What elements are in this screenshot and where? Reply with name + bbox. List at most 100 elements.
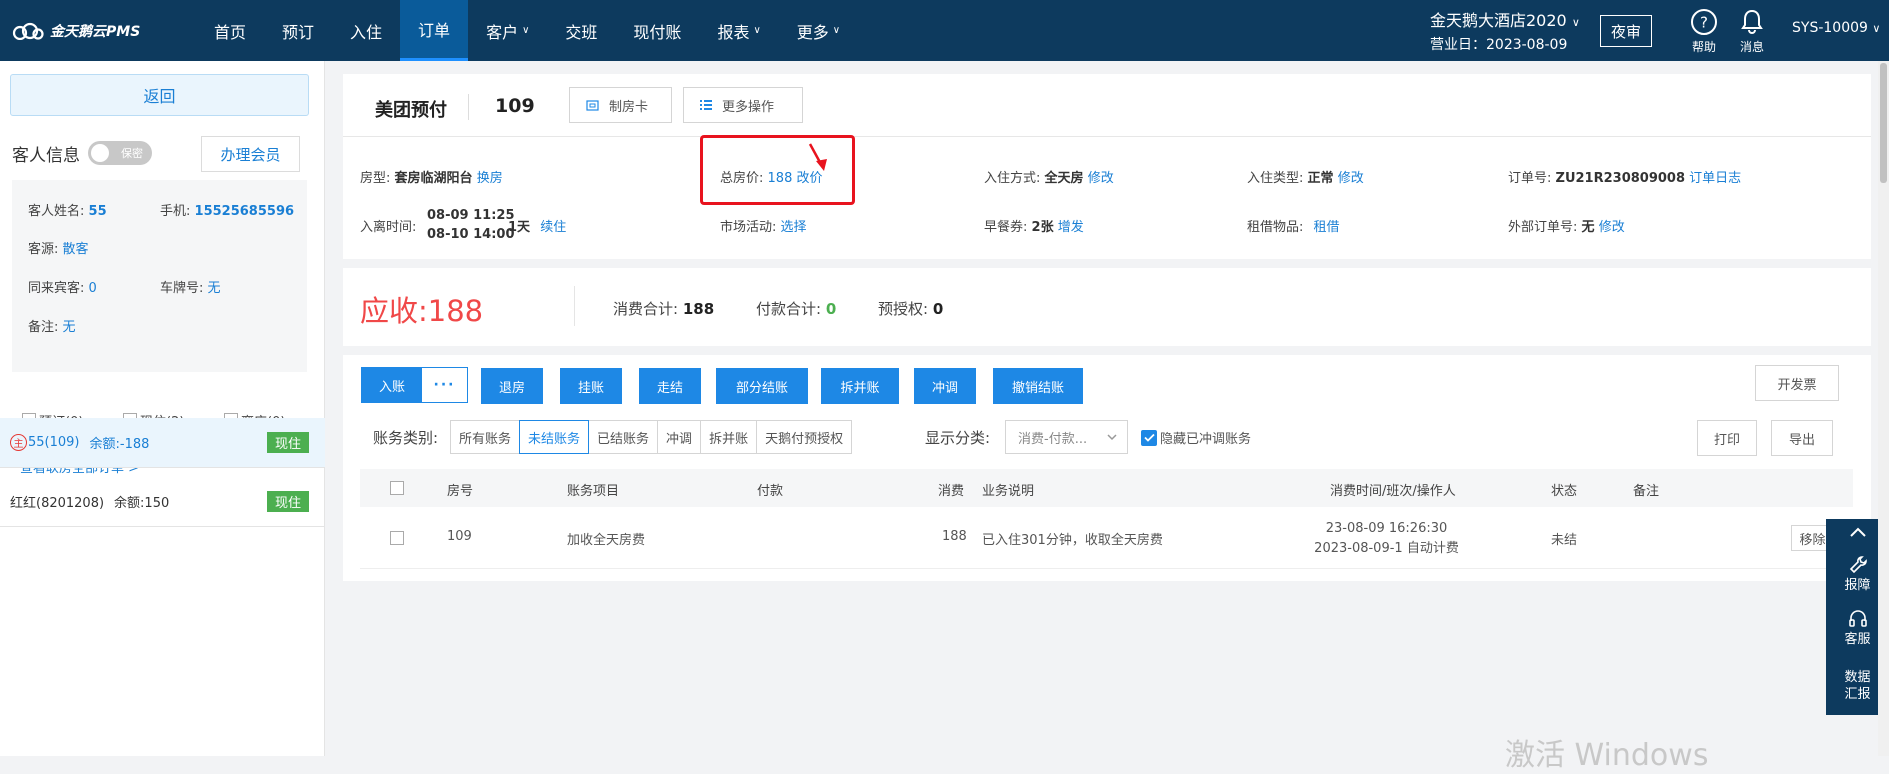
companions-field: 同来宾客: 0 xyxy=(28,281,97,296)
app-logo[interactable]: 金天鹅云PMS xyxy=(12,20,140,42)
cell-item: 加收全天房费 xyxy=(567,533,646,548)
nav-item-label: 现付账 xyxy=(633,22,682,42)
order-log-link[interactable]: 订单日志 xyxy=(1689,171,1741,186)
billing-action-button[interactable]: 走结 xyxy=(639,368,701,404)
payment-total: 付款合计: 0 xyxy=(756,300,837,318)
cell-description: 已入住301分钟，收取全天房费 xyxy=(982,533,1163,548)
make-room-card-button[interactable]: 制房卡 xyxy=(569,87,672,123)
category-tab[interactable]: 拆并账 xyxy=(700,420,758,454)
chevron-down-icon: ∨ xyxy=(832,25,841,36)
billing-action-button[interactable]: 退房 xyxy=(481,368,543,404)
select-all-checkbox[interactable] xyxy=(390,481,404,495)
nav-item[interactable]: 更多 ∨ xyxy=(779,0,858,61)
cell-room: 109 xyxy=(447,529,472,544)
chevron-down-icon: ∨ xyxy=(522,25,530,36)
category-tab[interactable]: 所有账务 xyxy=(450,420,521,454)
guest-name-field: 客人姓名: 55 xyxy=(28,204,107,219)
order-number-field: 订单号: ZU21R230809008 订单日志 xyxy=(1508,171,1742,186)
billing-action-button[interactable]: 拆并账 xyxy=(821,368,899,404)
column-header: 状态 xyxy=(1551,484,1578,499)
nights-field: 1天 续住 xyxy=(508,220,567,235)
select-market-link[interactable]: 选择 xyxy=(781,220,807,235)
edit-checkin-type-link[interactable]: 修改 xyxy=(1338,171,1364,186)
business-date: 营业日：2023-08-09 xyxy=(1430,37,1568,53)
display-select[interactable]: 消费-付款... xyxy=(1005,420,1128,454)
help-button[interactable]: ? 帮助 xyxy=(1682,8,1726,55)
top-navigation-bar: 金天鹅云PMS 首页 预订 入住 订单 客户 ∨ 交班 现付账 报表 ∨ 更多 ∨ 金天鹅大酒店202… xyxy=(0,0,1889,61)
nav-item[interactable]: 首页 xyxy=(196,0,264,61)
print-button[interactable]: 打印 xyxy=(1697,420,1757,456)
category-tab[interactable]: 冲调 xyxy=(657,420,702,454)
nav-item-label: 预订 xyxy=(282,22,315,42)
night-audit-button[interactable]: 夜审 xyxy=(1600,15,1652,47)
room-balance: 余额:150 xyxy=(114,496,170,511)
main-nav: 首页 预订 入住 订单 客户 ∨ 交班 现付账 报表 ∨ 更多 ∨ xyxy=(196,0,858,61)
hide-reversed-checkbox[interactable]: 隐藏已冲调账务 xyxy=(1141,428,1251,447)
nav-item-label: 交班 xyxy=(565,22,598,42)
room-list-item[interactable]: 红红(8201208) 余额:150 现住 xyxy=(0,477,325,527)
table-header: 房号 账务项目 付款 消费 业务说明 消费时间/班次/操作人 状态 备注 xyxy=(360,469,1853,507)
windows-watermark: 激活 Windows xyxy=(1505,738,1709,773)
nav-item[interactable]: 订单 xyxy=(400,0,469,61)
divider xyxy=(468,94,469,120)
bell-icon xyxy=(1741,9,1763,34)
category-tab[interactable]: 未结账务 xyxy=(519,420,590,454)
add-breakfast-link[interactable]: 增发 xyxy=(1058,220,1084,235)
invoice-button[interactable]: 开发票 xyxy=(1755,365,1839,401)
edit-external-order-link[interactable]: 修改 xyxy=(1599,220,1625,235)
register-member-button[interactable]: 办理会员 xyxy=(201,136,300,172)
billing-action-button[interactable]: 撤销结账 xyxy=(993,368,1083,404)
nav-item-label: 首页 xyxy=(214,22,247,42)
stay-dates: 08-09 11:25 08-10 14:00 xyxy=(427,208,515,242)
page-scrollbar[interactable] xyxy=(1878,61,1889,756)
entry-button[interactable]: 入账 xyxy=(362,368,422,402)
change-room-link[interactable]: 换房 xyxy=(477,171,503,186)
chevron-down-icon xyxy=(1107,434,1117,441)
billing-action-button[interactable]: 冲调 xyxy=(914,368,976,404)
nav-item[interactable]: 交班 xyxy=(547,0,615,61)
remark-field: 备注: 无 xyxy=(28,320,76,335)
nav-item[interactable]: 入住 xyxy=(332,0,400,61)
row-checkbox[interactable] xyxy=(390,531,404,545)
message-button[interactable]: 消息 xyxy=(1730,8,1774,55)
divider xyxy=(343,136,1871,137)
category-tab[interactable]: 已结账务 xyxy=(588,420,659,454)
guest-phone-field: 手机: 15525685596 xyxy=(160,204,295,219)
column-header: 消费时间/班次/操作人 xyxy=(1330,484,1456,499)
hotel-selector[interactable]: 金天鹅大酒店2020 ∨ 营业日：2023-08-09 xyxy=(1430,10,1580,56)
nav-item-label: 更多 xyxy=(796,22,829,42)
scrollbar-thumb[interactable] xyxy=(1880,63,1887,183)
consume-total: 消费合计: 188 xyxy=(613,300,715,318)
rent-link[interactable]: 租借 xyxy=(1314,220,1340,235)
cloud-icon xyxy=(12,22,44,40)
svg-text:?: ? xyxy=(1700,14,1708,32)
order-info-card: 美团预付 109 制房卡 更多操作 房型: 套房临湖阳台 换房 总房价: 188… xyxy=(343,74,1871,259)
nav-item[interactable]: 客户 ∨ xyxy=(468,0,547,61)
privacy-toggle[interactable]: 保密 xyxy=(88,141,152,165)
more-operations-button[interactable]: 更多操作 xyxy=(683,87,803,123)
list-icon xyxy=(700,100,712,110)
user-menu[interactable]: SYS-10009 ∨ xyxy=(1792,20,1880,36)
nav-item-label: 报表 xyxy=(717,22,750,42)
nav-item[interactable]: 报表 ∨ xyxy=(699,0,778,61)
wrench-icon xyxy=(1849,556,1867,574)
room-guest-name: 55(109) xyxy=(28,435,80,450)
nav-item-label: 订单 xyxy=(418,21,451,40)
arrow-annotation-icon xyxy=(808,143,827,171)
nav-item[interactable]: 现付账 xyxy=(615,0,699,61)
billing-action-button[interactable]: 部分结账 xyxy=(716,368,808,404)
cell-status: 未结 xyxy=(1551,533,1578,548)
market-field: 市场活动: 选择 xyxy=(720,220,807,235)
category-tab[interactable]: 天鹅付预授权 xyxy=(756,420,853,454)
export-button[interactable]: 导出 xyxy=(1771,420,1833,456)
extend-stay-link[interactable]: 续住 xyxy=(540,220,566,235)
room-list-item[interactable]: 主 55(109) 余额:-188 现住 xyxy=(0,418,325,468)
billing-action-button[interactable]: 挂账 xyxy=(560,368,622,404)
entry-more-button[interactable]: ··· xyxy=(422,368,467,402)
back-button[interactable]: 返回 xyxy=(10,74,309,116)
entry-split-button: 入账 ··· xyxy=(361,367,468,403)
edit-checkin-mode-link[interactable]: 修改 xyxy=(1088,171,1114,186)
nav-item[interactable]: 预订 xyxy=(264,0,332,61)
room-type-field: 房型: 套房临湖阳台 换房 xyxy=(360,171,503,186)
toggle-knob xyxy=(91,144,109,162)
